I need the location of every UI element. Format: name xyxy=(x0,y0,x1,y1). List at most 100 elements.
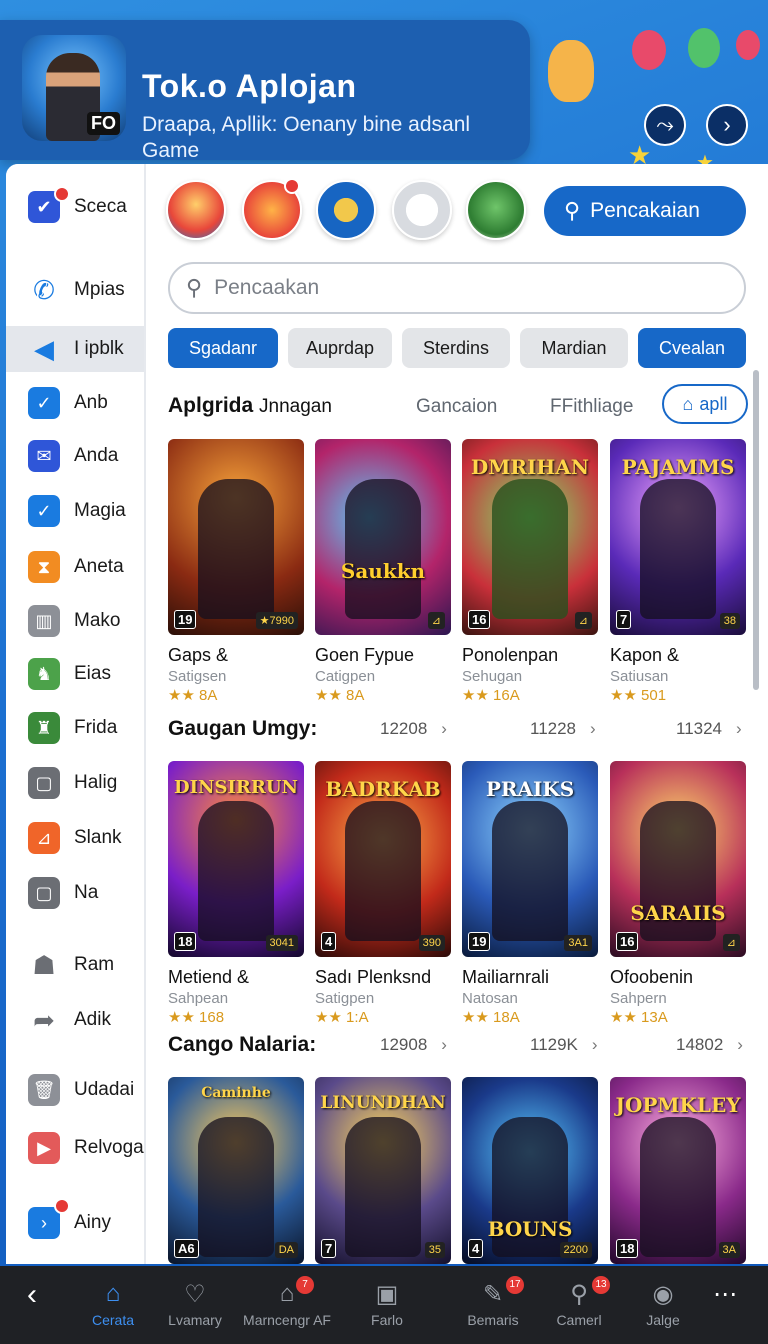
age-rating-badge: 4 xyxy=(321,932,337,951)
nav-item-bemaris[interactable]: ✎ 17 Bemaris xyxy=(448,1266,538,1344)
nav-more-button[interactable]: ⋯ xyxy=(690,1266,760,1344)
game-category: Catigpen xyxy=(315,668,376,685)
notification-badge: 13 xyxy=(592,1276,610,1294)
filter-chip[interactable]: Auprdap xyxy=(288,328,392,368)
tab-gancaion[interactable]: Gancaion xyxy=(416,396,497,418)
game-cover-image: PRAIKS 19 3A1 xyxy=(462,761,598,957)
notification-badge: 7 xyxy=(296,1276,314,1294)
cover-title: DMRIHAN xyxy=(470,455,590,479)
game-card[interactable]: PAJAMMS 7 38 Kapon & Satiusan ★★ 501 xyxy=(610,439,746,704)
filter-chip[interactable]: Sgadanr xyxy=(168,328,278,368)
box-icon: ▣ xyxy=(375,1281,399,1308)
sidebar-item-15[interactable]: 🗑 Udadai xyxy=(6,1067,144,1113)
game-icon: ♞ xyxy=(28,658,60,690)
notification-badge xyxy=(54,1198,70,1214)
nav-item-lvamary[interactable]: ♡ Lvamary xyxy=(150,1266,240,1344)
scrollbar[interactable] xyxy=(753,370,759,690)
sidebar-item-2[interactable]: ◀ I ipblk xyxy=(6,326,144,372)
game-card[interactable]: LINUNDHAN 7 35 xyxy=(315,1077,451,1264)
lock-icon: ⌂ xyxy=(682,393,694,414)
game-card[interactable]: Caminhe A6 DA xyxy=(168,1077,304,1264)
section-count[interactable]: 11324 › xyxy=(676,719,742,739)
count-value: 12208 xyxy=(380,719,428,738)
character-figure xyxy=(198,801,274,941)
person-icon: ☗ xyxy=(32,949,56,980)
more-icon: ⋯ xyxy=(713,1281,737,1308)
category-avatar[interactable] xyxy=(316,180,376,240)
sidebar-item-8[interactable]: ♞ Eias xyxy=(6,651,144,697)
cover-corner-badge: ⊿ xyxy=(427,612,445,629)
sidebar-item-16[interactable]: ▶ Relvoga xyxy=(6,1125,144,1171)
age-rating-badge: 19 xyxy=(468,932,491,951)
category-avatar[interactable] xyxy=(466,180,526,240)
search-button-label: Pencakaian xyxy=(590,199,700,222)
sidebar-item-13[interactable]: ☗ Ram xyxy=(6,942,144,988)
next-button[interactable]: › xyxy=(706,104,748,146)
nav-back-button[interactable]: ‹ xyxy=(0,1266,72,1344)
search-button[interactable]: ⚲ Pencakaian xyxy=(544,186,746,236)
sidebar-item-12[interactable]: ▢ Na xyxy=(6,870,144,916)
nav-item-cerata[interactable]: ⌂ Cerata xyxy=(68,1266,158,1344)
filter-chip[interactable]: Mardian xyxy=(520,328,628,368)
phone-icon: ✆ xyxy=(33,274,55,305)
age-rating-badge: 19 xyxy=(174,610,197,629)
game-card[interactable]: DMRIHAN 16 ⊿ Ponolenpan Sehugan ★★ 16A xyxy=(462,439,598,704)
game-category: Satiusan xyxy=(610,668,669,685)
sidebar-item-label: Udadai xyxy=(74,1079,135,1100)
apl-button[interactable]: ⌂ apll xyxy=(662,384,748,424)
search-input[interactable]: ⚲ Pencaakan xyxy=(168,262,746,314)
category-avatar[interactable] xyxy=(166,180,226,240)
sidebar-item-11[interactable]: ⊿ Slank xyxy=(6,815,144,861)
cover-corner-badge: 38 xyxy=(719,613,740,629)
game-card[interactable]: BOUNS 4 2200 xyxy=(462,1077,598,1264)
app-icon-badge: FO xyxy=(87,112,120,135)
section-title: Gaugan Umgy: xyxy=(168,717,318,740)
app-icon[interactable]: FO xyxy=(22,35,126,141)
sidebar-item-9[interactable]: ♜ Frida xyxy=(6,705,144,751)
age-rating-badge: 7 xyxy=(321,1239,337,1258)
game-card[interactable]: DINSIRRUN 18 3041 Metiend & Sahpean ★★ 1… xyxy=(168,761,304,1026)
section-count[interactable]: 12208 › xyxy=(380,719,447,739)
tab-fithliage[interactable]: FFithliage xyxy=(550,396,633,418)
share-button[interactable]: ⤳ xyxy=(644,104,686,146)
game-card[interactable]: PRAIKS 19 3A1 Mailiarnrali Natosan ★★ 18… xyxy=(462,761,598,1026)
sidebar-item-0[interactable]: ✔ Sceca xyxy=(6,184,144,230)
game-cover-image: 19 ★7990 xyxy=(168,439,304,635)
sidebar-item-10[interactable]: ▢ Halig xyxy=(6,760,144,806)
category-avatar[interactable] xyxy=(392,180,452,240)
section-count[interactable]: 1129K › xyxy=(530,1035,598,1055)
game-card[interactable]: JOPMKLEY 18 3A xyxy=(610,1077,746,1264)
game-cover-image: JOPMKLEY 18 3A xyxy=(610,1077,746,1264)
section-count[interactable]: 11228 › xyxy=(530,719,596,739)
search-icon: ⚲ xyxy=(186,275,203,300)
sidebar-item-label: Slank xyxy=(74,827,122,848)
cover-corner-badge: DA xyxy=(274,1242,298,1258)
game-category: Natosan xyxy=(462,990,518,1007)
section-count[interactable]: 12908 › xyxy=(380,1035,447,1055)
game-card[interactable]: SARAIIS 16 ⊿ Ofoobenin Sahpern ★★ 13A xyxy=(610,761,746,1026)
game-card[interactable]: BADRKAB 4 390 Sadı Plenksnd Satigpen ★★ … xyxy=(315,761,451,1026)
game-card[interactable]: 19 ★7990 Gaps & Satigsen ★★ 8A xyxy=(168,439,304,704)
sidebar-item-6[interactable]: ⧗ Aneta xyxy=(6,544,144,590)
game-name: Ofoobenin xyxy=(610,967,694,987)
section-count[interactable]: 14802 › xyxy=(676,1035,743,1055)
sidebar-item-4[interactable]: ✉ Anda xyxy=(6,433,144,479)
sidebar-item-3[interactable]: ✓ Anb xyxy=(6,380,144,426)
sidebar-item-14[interactable]: ➦ Adik xyxy=(6,997,144,1043)
sidebar-item-5[interactable]: ✓ Magia xyxy=(6,488,144,534)
nav-item-marncengr[interactable]: ⌂ 7 Marncengr AF xyxy=(242,1266,332,1344)
tab-main[interactable]: Aplgrida Jnnagan xyxy=(168,394,332,418)
category-avatar[interactable] xyxy=(242,178,302,240)
sidebar-item-7[interactable]: ▥ Mako xyxy=(6,598,144,644)
game-card[interactable]: Saukkn ⊿ Goen Fypue Catigpen ★★ 8A xyxy=(315,439,451,704)
nav-label: Farlo xyxy=(371,1312,403,1328)
sidebar-item-17[interactable]: › Ainy xyxy=(6,1198,144,1246)
filter-chip[interactable]: Sterdins xyxy=(402,328,510,368)
game-category: Sehugan xyxy=(462,668,523,685)
nav-item-farlo[interactable]: ▣ Farlo xyxy=(342,1266,432,1344)
sidebar-item-1[interactable]: ✆ Mpias xyxy=(6,267,144,313)
filter-chip[interactable]: Cvealan xyxy=(638,328,746,368)
trash-icon: 🗑 xyxy=(28,1074,60,1106)
nav-item-camerl[interactable]: ⚲ 13 Camerl xyxy=(534,1266,624,1344)
heart-icon: ♡ xyxy=(184,1281,206,1308)
